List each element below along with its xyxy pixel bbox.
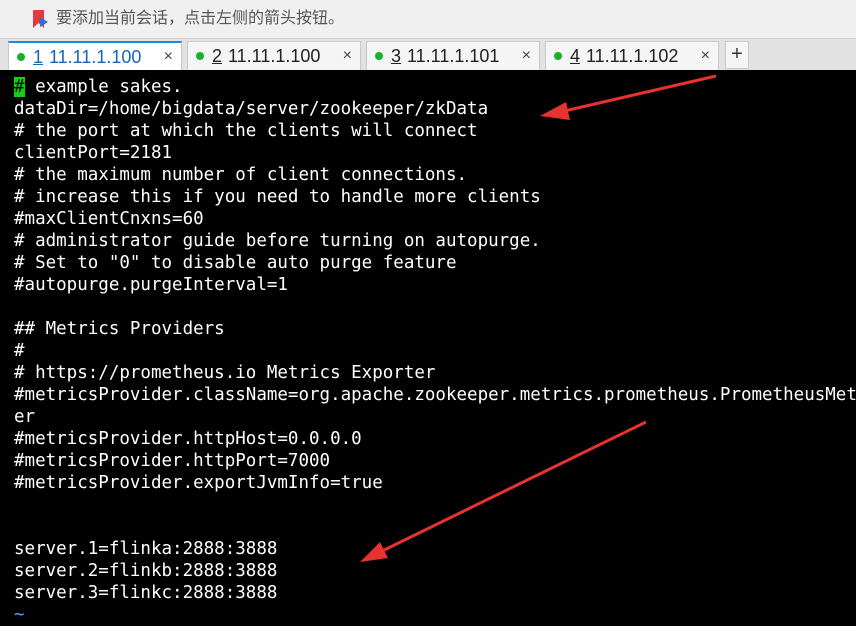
tab-number: 1	[33, 47, 44, 67]
tab-host: 11.11.1.100	[228, 46, 321, 66]
hint-text: 要添加当前会话，点击左侧的箭头按钮。	[56, 10, 345, 27]
close-icon[interactable]: ×	[522, 46, 531, 66]
terminal-line: # the maximum number of client connectio…	[14, 165, 468, 185]
tab-host: 11.11.1.102	[586, 46, 679, 66]
tab-host: 11.11.1.101	[407, 46, 500, 66]
session-tab-bar: 1 11.11.1.100 × 2 11.11.1.100 × 3 11.11.…	[0, 38, 856, 71]
tab-session-1[interactable]: 1 11.11.1.100 ×	[8, 41, 182, 70]
tab-number: 3	[391, 46, 402, 66]
terminal-line: ## Metrics Providers	[14, 319, 225, 339]
terminal-line: #metricsProvider.className=org.apache.zo…	[14, 385, 856, 405]
tab-host: 11.11.1.100	[49, 47, 142, 67]
connected-dot-icon	[554, 52, 562, 60]
terminal-line: # administrator guide before turning on …	[14, 231, 541, 251]
terminal-line: #metricsProvider.httpPort=7000	[14, 451, 331, 471]
terminal-line: server.1=flinka:2888:3888	[14, 539, 278, 559]
terminal-line: er	[14, 407, 36, 427]
tab-session-4[interactable]: 4 11.11.1.102 ×	[545, 41, 719, 70]
tab-session-3[interactable]: 3 11.11.1.101 ×	[366, 41, 540, 70]
close-icon[interactable]: ×	[701, 46, 710, 66]
terminal-line: #	[14, 341, 25, 361]
connected-dot-icon	[375, 52, 383, 60]
terminal-line: #maxClientCnxns=60	[14, 209, 204, 229]
terminal-line: #metricsProvider.httpHost=0.0.0.0	[14, 429, 362, 449]
terminal-line: # example sakes.	[14, 76, 183, 98]
add-tab-button[interactable]: +	[725, 41, 749, 69]
close-icon[interactable]: ×	[343, 46, 352, 66]
close-icon[interactable]: ×	[164, 47, 173, 67]
tab-number: 4	[570, 46, 581, 66]
terminal-line: #autopurge.purgeInterval=1	[14, 275, 288, 295]
tab-session-2[interactable]: 2 11.11.1.100 ×	[187, 41, 361, 70]
terminal-line: clientPort=2181	[14, 143, 173, 163]
tab-number: 2	[212, 46, 223, 66]
terminal-line: # the port at which the clients will con…	[14, 121, 478, 141]
connected-dot-icon	[196, 52, 204, 60]
terminal-line: #metricsProvider.exportJvmInfo=true	[14, 473, 383, 493]
terminal-cursor: #	[14, 77, 25, 97]
terminal-line: # increase this if you need to handle mo…	[14, 187, 541, 207]
terminal-line: # Set to "0" to disable auto purge featu…	[14, 253, 457, 273]
terminal-line: server.3=flinkc:2888:3888	[14, 583, 278, 603]
session-hint-bar: 要添加当前会话，点击左侧的箭头按钮。	[0, 0, 856, 38]
terminal-text: example sakes.	[24, 77, 183, 97]
terminal-line: dataDir=/home/bigdata/server/zookeeper/z…	[14, 99, 489, 119]
terminal-pane[interactable]: # example sakes. dataDir=/home/bigdata/s…	[0, 70, 856, 626]
empty-line-tilde: ~	[14, 605, 25, 625]
terminal-line: server.2=flinkb:2888:3888	[14, 561, 278, 581]
bookmark-arrow-icon[interactable]	[30, 9, 50, 29]
terminal-line: # https://prometheus.io Metrics Exporter	[14, 363, 436, 383]
connected-dot-icon	[17, 53, 25, 61]
